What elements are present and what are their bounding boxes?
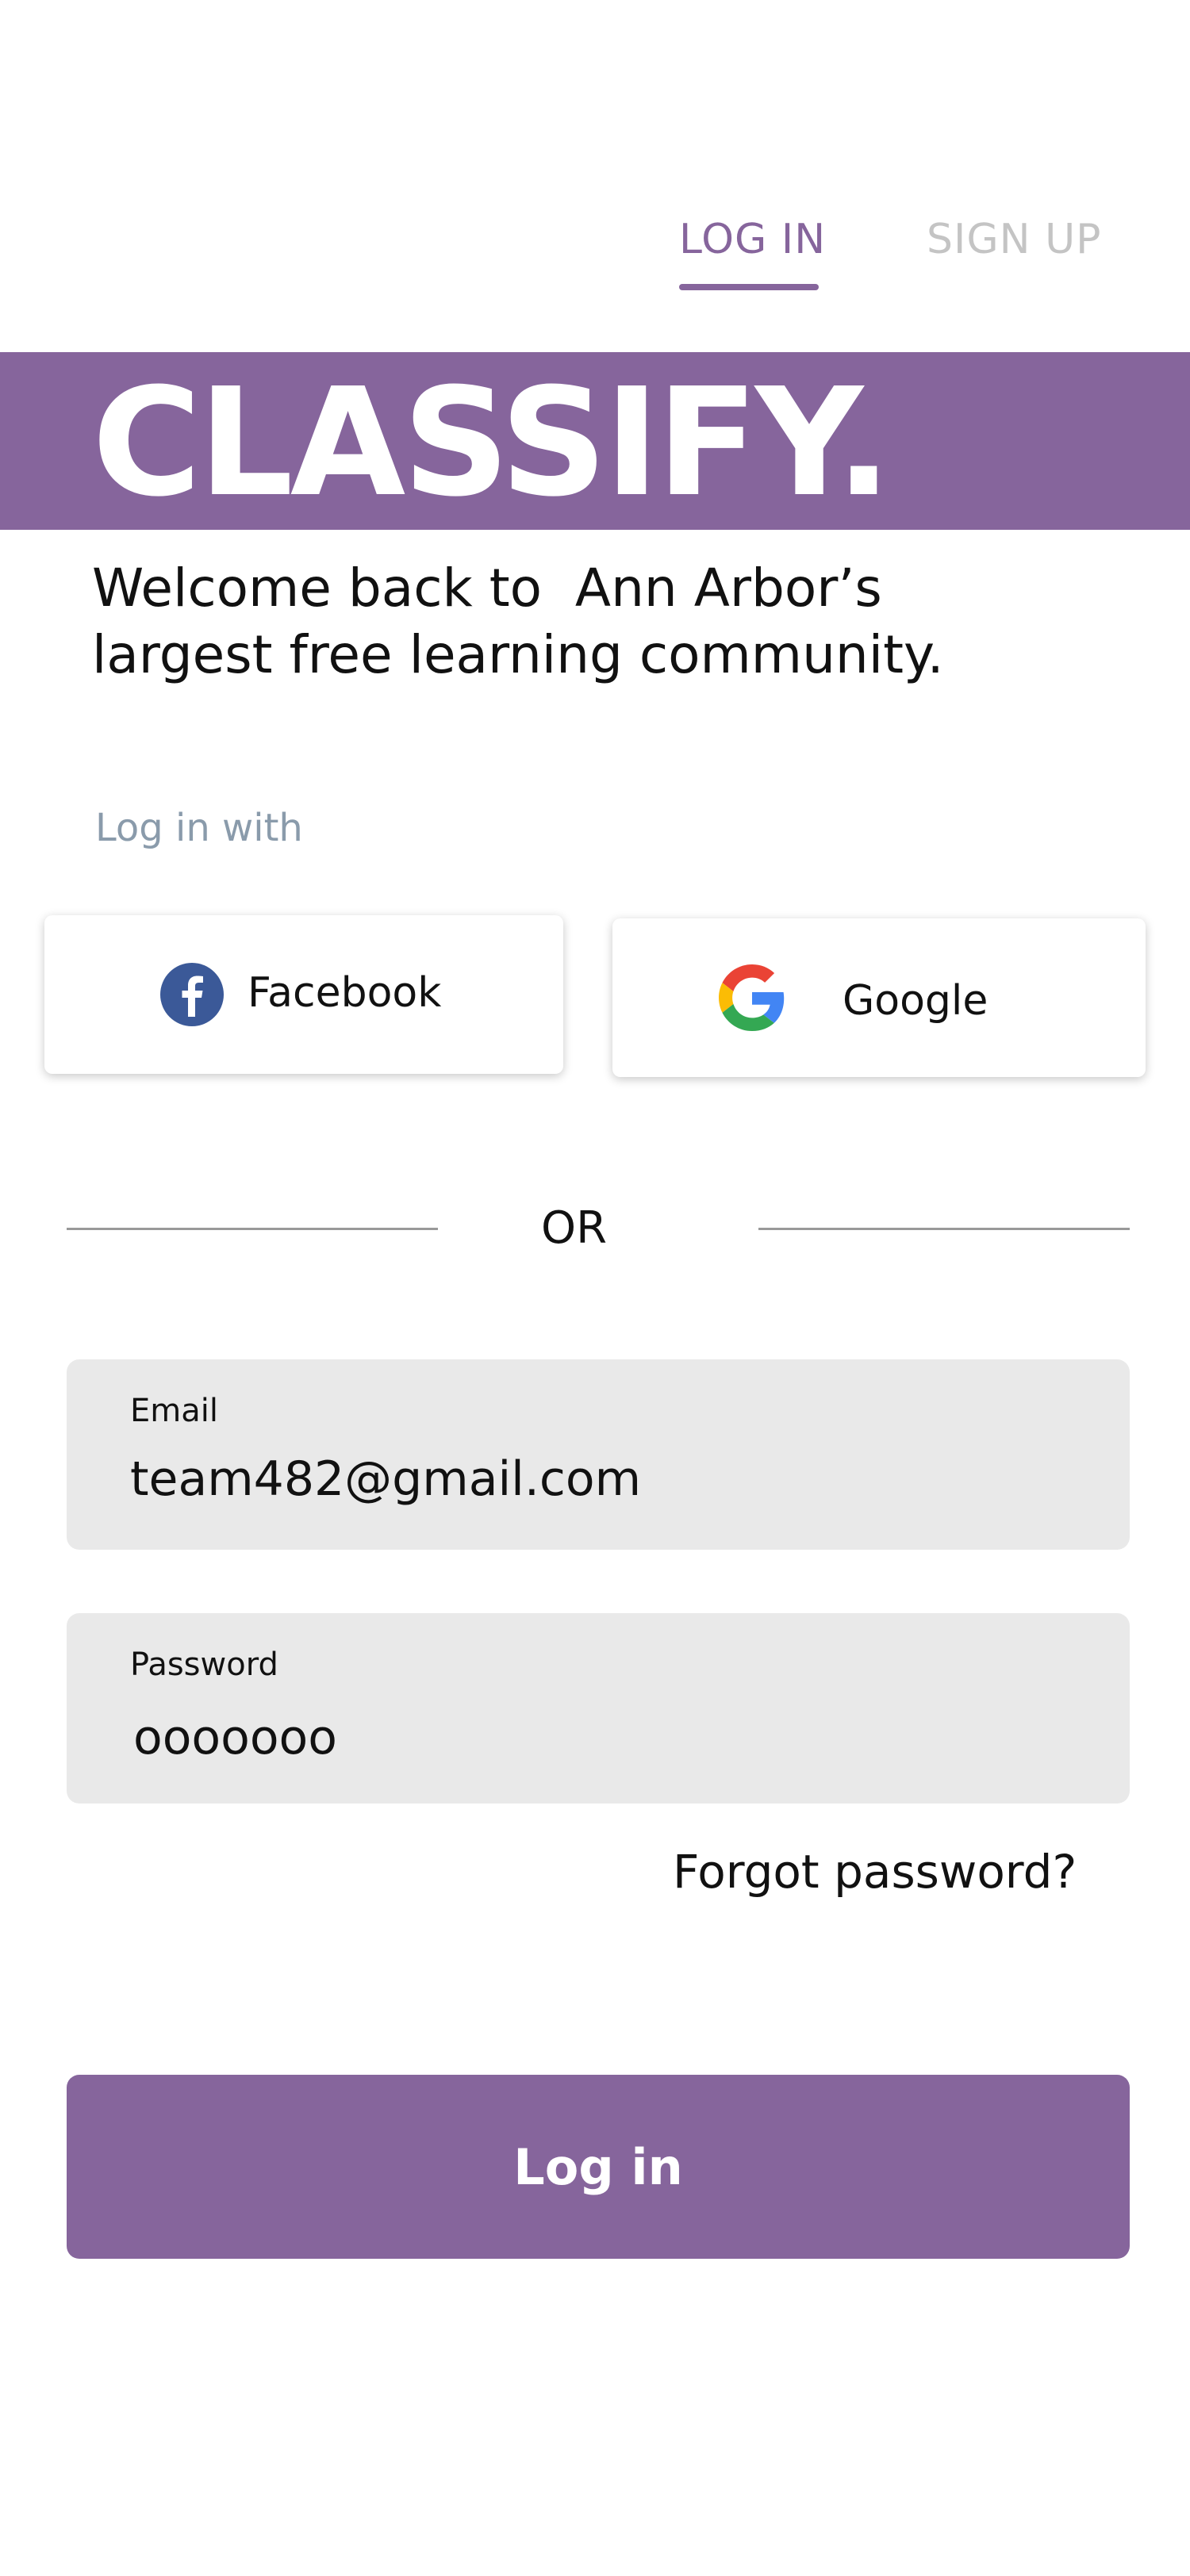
brand-banner: CLASSIFY. [0, 352, 1190, 530]
password-label: Password [130, 1646, 278, 1683]
email-label: Email [130, 1393, 218, 1429]
password-field[interactable]: Password ooooooo [67, 1613, 1130, 1804]
welcome-line-2: largest free learning community. [92, 624, 944, 685]
social-login-heading: Log in with [95, 806, 303, 850]
tab-login-underline [679, 284, 819, 290]
google-login-button[interactable]: Google [612, 918, 1146, 1077]
login-screen: LOG IN SIGN UP CLASSIFY. Welcome back to… [0, 0, 1190, 2576]
login-button[interactable]: Log in [67, 2075, 1130, 2259]
divider-line-right [758, 1228, 1130, 1230]
google-icon [719, 964, 785, 1031]
or-divider-label: OR [541, 1202, 607, 1254]
google-label: Google [843, 977, 988, 1025]
facebook-login-button[interactable]: Facebook [44, 915, 563, 1074]
welcome-message: Welcome back to Ann Arbor’s largest free… [92, 555, 1123, 688]
email-input[interactable]: team482@gmail.com [130, 1451, 641, 1507]
password-input[interactable]: ooooooo [133, 1710, 337, 1765]
welcome-line-1: Welcome back to Ann Arbor’s [92, 558, 882, 619]
facebook-label: Facebook [248, 969, 442, 1017]
tab-signup[interactable]: SIGN UP [927, 216, 1101, 263]
tab-login[interactable]: LOG IN [679, 216, 826, 263]
brand-title: CLASSIFY. [92, 356, 892, 530]
forgot-password-link[interactable]: Forgot password? [673, 1845, 1077, 1899]
divider-line-left [67, 1228, 438, 1230]
email-field[interactable]: Email team482@gmail.com [67, 1359, 1130, 1550]
facebook-icon [160, 963, 224, 1026]
